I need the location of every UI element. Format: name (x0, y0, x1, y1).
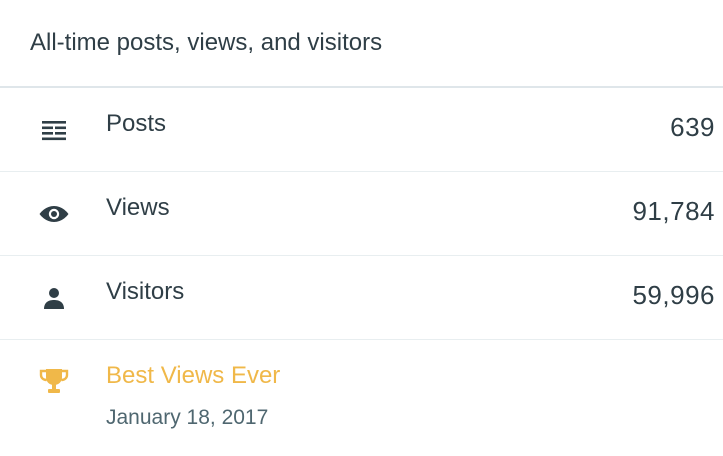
stat-value-views: 91,784 (632, 196, 715, 226)
stat-row-views[interactable]: Views 91,784 (0, 172, 723, 256)
stat-label-visitors: Visitors (106, 278, 185, 305)
card-header: All-time posts, views, and visitors (0, 0, 723, 88)
stat-label-views: Views (106, 194, 170, 221)
best-views-row[interactable]: Best Views Ever January 18, 2017 (0, 340, 723, 456)
best-views-title: Best Views Ever (106, 362, 281, 389)
eye-icon (38, 200, 70, 228)
card-title: All-time posts, views, and visitors (30, 29, 383, 56)
posts-list-icon (38, 116, 70, 144)
stat-row-visitors[interactable]: Visitors 59,996 (0, 256, 723, 340)
trophy-icon (38, 366, 70, 396)
person-icon (38, 284, 70, 312)
stat-value-posts: 639 (670, 112, 715, 142)
best-views-date: January 18, 2017 (106, 406, 269, 429)
alltime-stats-card: All-time posts, views, and visitors Post… (0, 0, 723, 456)
stat-label-posts: Posts (106, 110, 167, 137)
stat-value-visitors: 59,996 (632, 280, 715, 310)
stat-row-posts[interactable]: Posts 639 (0, 88, 723, 172)
